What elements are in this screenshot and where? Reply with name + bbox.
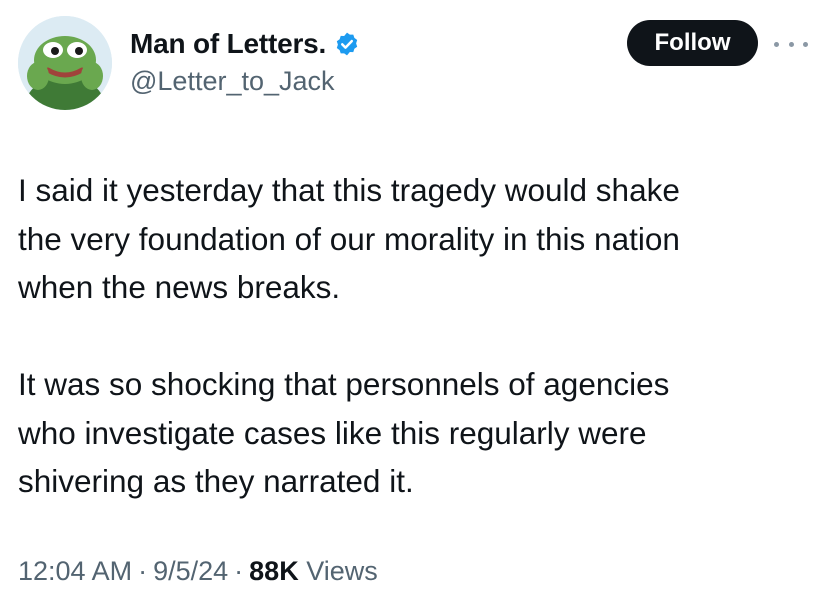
dot [803, 41, 808, 47]
views-label: Views [306, 556, 378, 586]
view-count[interactable]: 88K [249, 556, 299, 586]
tweet-line: when the news breaks. [18, 269, 341, 305]
separator: · [138, 556, 148, 586]
tweet-meta: 12:04 AM · 9/5/24 · 88K Views [18, 556, 378, 587]
avatar[interactable] [18, 16, 112, 110]
name-row: Man of Letters. [130, 26, 360, 62]
verified-badge-icon[interactable] [334, 31, 360, 57]
separator: · [234, 556, 244, 586]
dot [788, 41, 794, 47]
follow-button[interactable]: Follow [627, 20, 758, 66]
tweet-paragraph: I said it yesterday that this tragedy wo… [18, 166, 810, 312]
more-options-icon[interactable] [774, 34, 808, 54]
tweet-time[interactable]: 12:04 AM [18, 556, 132, 586]
tweet-line: the very foundation of our morality in t… [18, 220, 680, 257]
tweet-text: I said it yesterday that this tragedy wo… [18, 166, 810, 506]
tweet-line: shivering as they narrated it. [18, 463, 414, 499]
tweet-line: I said it yesterday that this tragedy wo… [18, 172, 680, 208]
tweet-date[interactable]: 9/5/24 [153, 556, 228, 586]
tweet-line: It was so shocking that personnels of ag… [18, 366, 670, 402]
user-handle[interactable]: @Letter_to_Jack [130, 66, 335, 97]
dot [774, 41, 779, 47]
tweet-line: who investigate cases like this regularl… [18, 414, 647, 451]
frog-avatar-icon [18, 16, 112, 110]
display-name[interactable]: Man of Letters. [130, 28, 326, 60]
tweet-header: Man of Letters. @Letter_to_Jack Follow [18, 16, 810, 112]
tweet-paragraph: It was so shocking that personnels of ag… [18, 360, 810, 506]
